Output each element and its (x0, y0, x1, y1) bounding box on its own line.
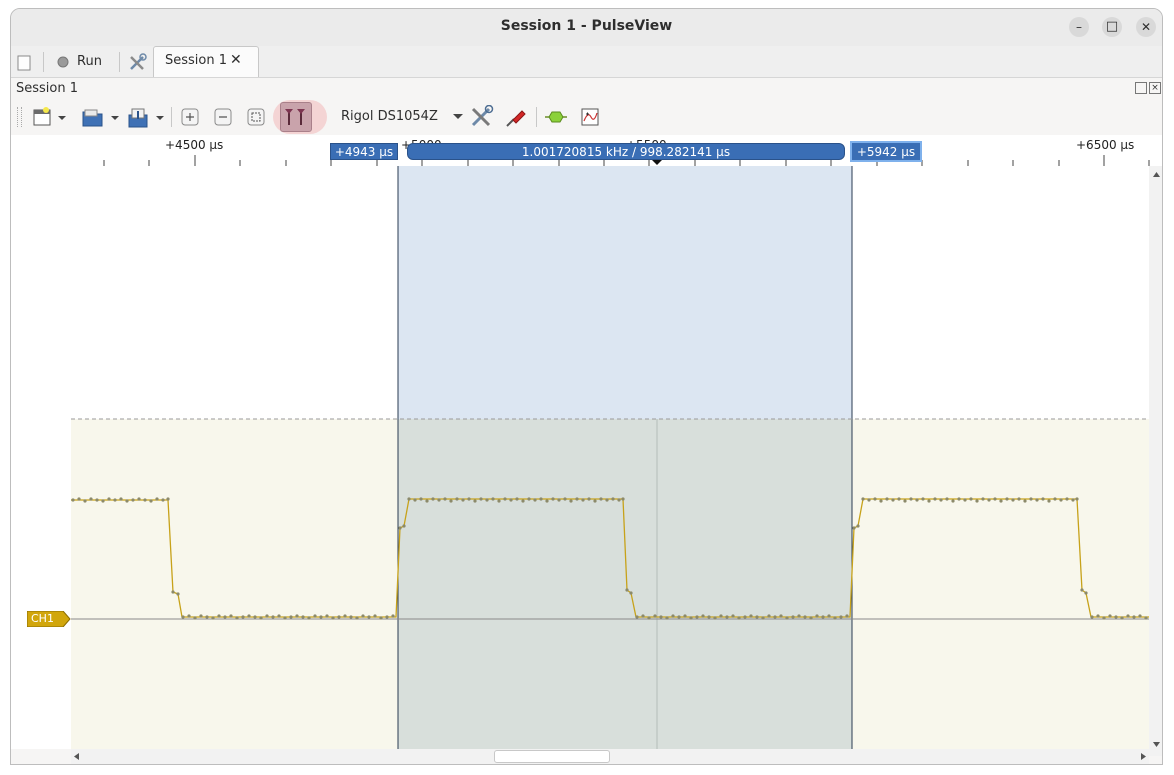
window-title: Session 1 - PulseView (500, 18, 673, 34)
trace-canvas (71, 166, 1149, 749)
new-session-icon (33, 107, 66, 126)
device-settings-button[interactable] (469, 104, 495, 129)
ruler-label: +4500 µs (165, 138, 224, 152)
document-icon (17, 55, 31, 71)
zoom-in-button[interactable] (180, 105, 202, 129)
toolbar-separator (171, 107, 172, 127)
title-bar: Session 1 - PulseView – □ ✕ (11, 9, 1162, 47)
zoom-fit-button[interactable] (246, 105, 268, 129)
tab-bar: Run Session 1 ✕ (11, 46, 1162, 77)
new-session-button[interactable] (31, 105, 69, 129)
horizontal-scrollbar-track (74, 753, 1146, 760)
open-button[interactable] (80, 105, 122, 129)
channel-name: CH1 (31, 612, 54, 625)
cursor-left-flag[interactable]: +4943 µs (330, 143, 398, 160)
cursors-toggle-button[interactable] (280, 102, 312, 132)
tab-session-1[interactable]: Session 1 ✕ (153, 46, 259, 77)
math-icon (581, 108, 599, 126)
device-selector[interactable]: Rigol DS1054Z (341, 109, 438, 124)
cursors-icon (285, 109, 305, 125)
minimize-button[interactable]: – (1069, 17, 1089, 37)
new-view-button[interactable] (17, 50, 33, 74)
close-dock-icon[interactable]: × (1149, 82, 1161, 94)
pulseview-window: Session 1 - PulseView – □ ✕ Run Session … (10, 8, 1163, 765)
chevron-down-icon[interactable] (452, 112, 464, 122)
save-file-icon (128, 108, 164, 128)
toolbar-grip (17, 107, 22, 127)
tools-icon (130, 53, 147, 70)
toolbar-separator (536, 107, 537, 127)
horizontal-scrollbar[interactable] (71, 749, 1149, 764)
add-math-button[interactable] (577, 105, 603, 129)
zoom-fit-icon (247, 108, 265, 126)
decoder-icon (545, 111, 567, 123)
device-settings-icon (471, 104, 494, 127)
time-ruler[interactable]: +4500 µs +5000 +5500 +6500 µs +4943 µs 1… (11, 135, 1162, 166)
probe-icon (506, 110, 526, 127)
close-button[interactable]: ✕ (1136, 17, 1156, 37)
zoom-out-button[interactable] (213, 105, 235, 129)
tab-separator (119, 52, 120, 72)
channel-label-ch1[interactable]: CH1 (27, 611, 71, 627)
cursor-right-flag[interactable]: +5942 µs (850, 141, 922, 162)
maximize-button[interactable]: □ (1102, 17, 1122, 37)
vertical-scrollbar[interactable] (1149, 166, 1162, 756)
ruler-label: +6500 µs (1076, 138, 1135, 152)
float-icon[interactable] (1135, 82, 1147, 94)
zoom-out-icon (214, 108, 232, 126)
tab-separator (43, 52, 44, 72)
signal-viewport[interactable]: CH1 (11, 166, 1149, 749)
cursor-measurement-flag[interactable]: 1.001720815 kHz / 998.282141 µs (407, 143, 845, 160)
vertical-scrollbar-arrows (1153, 172, 1160, 747)
open-file-icon (82, 109, 119, 127)
zoom-in-icon (181, 108, 199, 126)
add-decoder-button[interactable] (543, 105, 569, 129)
run-button[interactable]: Run (57, 50, 107, 74)
session-header: Session 1 × (11, 77, 1162, 100)
run-label: Run (77, 54, 102, 69)
close-tab-icon[interactable]: ✕ (230, 52, 242, 68)
run-icon (57, 56, 69, 68)
session-tab-label: Session 1 (165, 53, 228, 68)
settings-button[interactable] (128, 50, 148, 74)
probe-button[interactable] (503, 105, 529, 129)
horizontal-scrollbar-thumb[interactable] (494, 750, 610, 763)
save-button[interactable] (126, 105, 168, 129)
session-label: Session 1 (16, 81, 79, 96)
main-toolbar: Rigol DS1054Z (11, 99, 1162, 135)
